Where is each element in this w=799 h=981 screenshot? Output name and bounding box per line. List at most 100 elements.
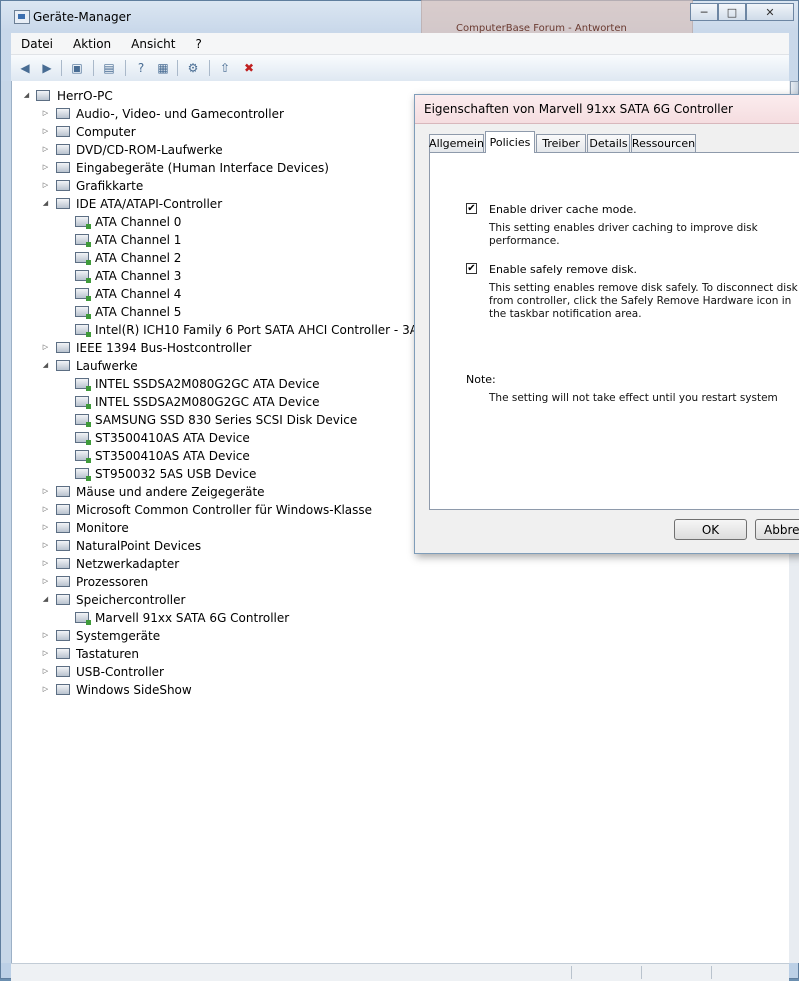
ok-button[interactable]: OK [674, 519, 747, 540]
expanded-arrow-icon[interactable]: ◢ [41, 361, 50, 369]
collapsed-arrow-icon[interactable]: ▷ [41, 127, 50, 135]
collapsed-arrow-icon[interactable]: ▷ [41, 631, 50, 639]
status-separator [711, 966, 712, 979]
show-hide-console-tree-icon[interactable]: ▣ [68, 59, 86, 77]
device-manager-icon [14, 10, 30, 24]
driver-cache-label: Enable driver cache mode. [489, 203, 637, 216]
collapsed-arrow-icon[interactable]: ▷ [41, 145, 50, 153]
tree-category[interactable]: ▷ Netzwerkadapter [12, 555, 772, 573]
policies-panel: ✔ Enable driver cache mode. This setting… [429, 152, 799, 510]
collapsed-arrow-icon[interactable]: ▷ [41, 109, 50, 117]
tree-row-label: IDE ATA/ATAPI-Controller [76, 197, 223, 211]
tree-category[interactable]: ▷ Windows SideShow [12, 681, 772, 699]
menu-help[interactable]: ? [185, 37, 211, 51]
menu-aktion[interactable]: Aktion [63, 37, 121, 51]
device-category-icon [56, 504, 70, 515]
device-category-icon [56, 342, 70, 353]
tree-row-label: Microsoft Common Controller für Windows-… [76, 503, 373, 517]
tree-category[interactable]: ▷ Tastaturen [12, 645, 772, 663]
menu-datei[interactable]: Datei [11, 37, 63, 51]
device-icon [75, 324, 91, 337]
collapsed-arrow-icon[interactable]: ▷ [41, 181, 50, 189]
tab-policies[interactable]: Policies [485, 131, 535, 153]
safely-remove-checkbox[interactable]: ✔ [466, 263, 477, 274]
ok-button-label: OK [701, 522, 720, 537]
help-icon[interactable]: ? [132, 59, 150, 77]
device-category-icon [56, 594, 70, 605]
toolbar: ◀ ▶ ▣ ▤ ? ▦ ⚙ ⇧ ✖ [11, 55, 789, 82]
collapsed-arrow-icon[interactable]: ▷ [41, 505, 50, 513]
tree-row-label: INTEL SSDSA2M080G2GC ATA Device [95, 377, 320, 391]
tree-root[interactable]: ◢ HerrO-PC [12, 87, 412, 105]
collapsed-arrow-icon[interactable]: ▷ [41, 487, 50, 495]
tab-label: Ressourcen [631, 137, 696, 150]
uninstall-device-icon[interactable]: ✖ [240, 59, 258, 77]
tree-device[interactable]: Marvell 91xx SATA 6G Controller [12, 609, 772, 627]
status-separator [571, 966, 572, 979]
forward-arrow-icon[interactable]: ▶ [38, 59, 56, 77]
tree-row-label: Computer [76, 125, 136, 139]
tab-allgemein[interactable]: Allgemein [429, 134, 484, 152]
tree-row-label: NaturalPoint Devices [76, 539, 202, 553]
menu-ansicht[interactable]: Ansicht [121, 37, 185, 51]
minimize-button[interactable]: ─ [690, 3, 718, 21]
collapsed-arrow-icon[interactable]: ▷ [41, 577, 50, 585]
collapsed-arrow-icon[interactable]: ▷ [41, 541, 50, 549]
device-icon [75, 234, 91, 247]
expanded-arrow-icon[interactable]: ◢ [22, 91, 31, 99]
tree-category[interactable]: ▷ Systemgeräte [12, 627, 772, 645]
safely-remove-description: This setting enables remove disk safely.… [489, 282, 798, 320]
collapsed-arrow-icon[interactable]: ▷ [41, 523, 50, 531]
device-icon [75, 468, 91, 481]
tab-label: Policies [489, 136, 531, 149]
tree-row-label: SAMSUNG SSD 830 Series SCSI Disk Device [95, 413, 358, 427]
expanded-arrow-icon[interactable]: ◢ [41, 595, 50, 603]
scan-hardware-icon[interactable]: ⚙ [184, 59, 202, 77]
device-icon [75, 288, 91, 301]
minimize-icon: ─ [700, 5, 708, 19]
properties-icon[interactable]: ▤ [100, 59, 118, 77]
window-controls: ─ □ ✕ [690, 3, 794, 23]
tree-row-label: Speichercontroller [76, 593, 186, 607]
tree-row-label: ATA Channel 0 [95, 215, 182, 229]
collapsed-arrow-icon[interactable]: ▷ [41, 559, 50, 567]
tree-category[interactable]: ▷ USB-Controller [12, 663, 772, 681]
collapsed-arrow-icon[interactable]: ▷ [41, 667, 50, 675]
collapsed-arrow-icon[interactable]: ▷ [41, 163, 50, 171]
tree-row-label: ST950032 5AS USB Device [95, 467, 257, 481]
tree-row-label: Windows SideShow [76, 683, 192, 697]
tree-row-label: Mäuse und andere Zeigegeräte [76, 485, 265, 499]
device-category-icon [56, 684, 70, 695]
driver-cache-checkbox[interactable]: ✔ [466, 203, 477, 214]
action-pane-icon[interactable]: ▦ [154, 59, 172, 77]
collapsed-arrow-icon[interactable]: ▷ [41, 649, 50, 657]
back-arrow-icon[interactable]: ◀ [16, 59, 34, 77]
maximize-button[interactable]: □ [718, 3, 746, 21]
status-bar [11, 963, 789, 981]
tree-row-label: Eingabegeräte (Human Interface Devices) [76, 161, 329, 175]
device-icon [75, 252, 91, 265]
device-category-icon [56, 540, 70, 551]
tree-root-label: HerrO-PC [57, 89, 113, 103]
collapsed-arrow-icon[interactable]: ▷ [41, 343, 50, 351]
device-icon [75, 396, 91, 409]
tree-category[interactable]: ◢ Speichercontroller [12, 591, 772, 609]
tab-details[interactable]: Details [587, 134, 630, 152]
device-category-icon [56, 162, 70, 173]
close-button[interactable]: ✕ [746, 3, 794, 21]
title-bar[interactable]: Geräte-Manager [1, 1, 798, 33]
driver-cache-description: This setting enables driver caching to i… [489, 222, 758, 247]
tree-category[interactable]: ▷ Prozessoren [12, 573, 772, 591]
tab-ressourcen[interactable]: Ressourcen [631, 134, 696, 152]
expanded-arrow-icon[interactable]: ◢ [41, 199, 50, 207]
dialog-title-bar[interactable]: Eigenschaften von Marvell 91xx SATA 6G C… [415, 95, 799, 124]
tree-row-label: Grafikkarte [76, 179, 144, 193]
tab-label: Treiber [542, 137, 580, 150]
device-icon [75, 270, 91, 283]
cancel-button[interactable]: Abbrechen [755, 519, 799, 540]
update-driver-icon[interactable]: ⇧ [216, 59, 234, 77]
device-category-icon [56, 558, 70, 569]
tree-row-label: ST3500410AS ATA Device [95, 449, 250, 463]
collapsed-arrow-icon[interactable]: ▷ [41, 685, 50, 693]
tab-treiber[interactable]: Treiber [536, 134, 586, 152]
